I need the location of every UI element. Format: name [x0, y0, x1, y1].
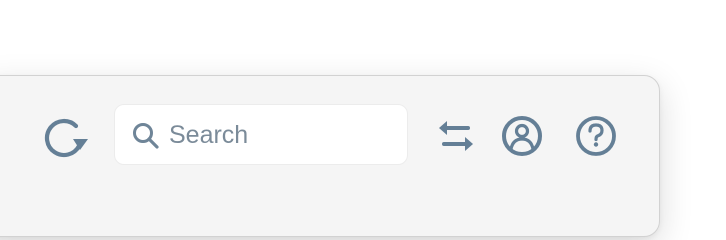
account-icon: [502, 116, 542, 156]
refresh-icon: [44, 118, 88, 158]
search-icon: [131, 121, 161, 151]
help-button[interactable]: [572, 113, 620, 159]
search-input[interactable]: [169, 117, 395, 153]
search-field[interactable]: [114, 104, 408, 165]
refresh-button[interactable]: [41, 112, 91, 160]
help-icon: [576, 116, 616, 156]
account-button[interactable]: [499, 113, 545, 159]
swap-button[interactable]: [434, 117, 478, 155]
swap-icon: [439, 121, 473, 151]
